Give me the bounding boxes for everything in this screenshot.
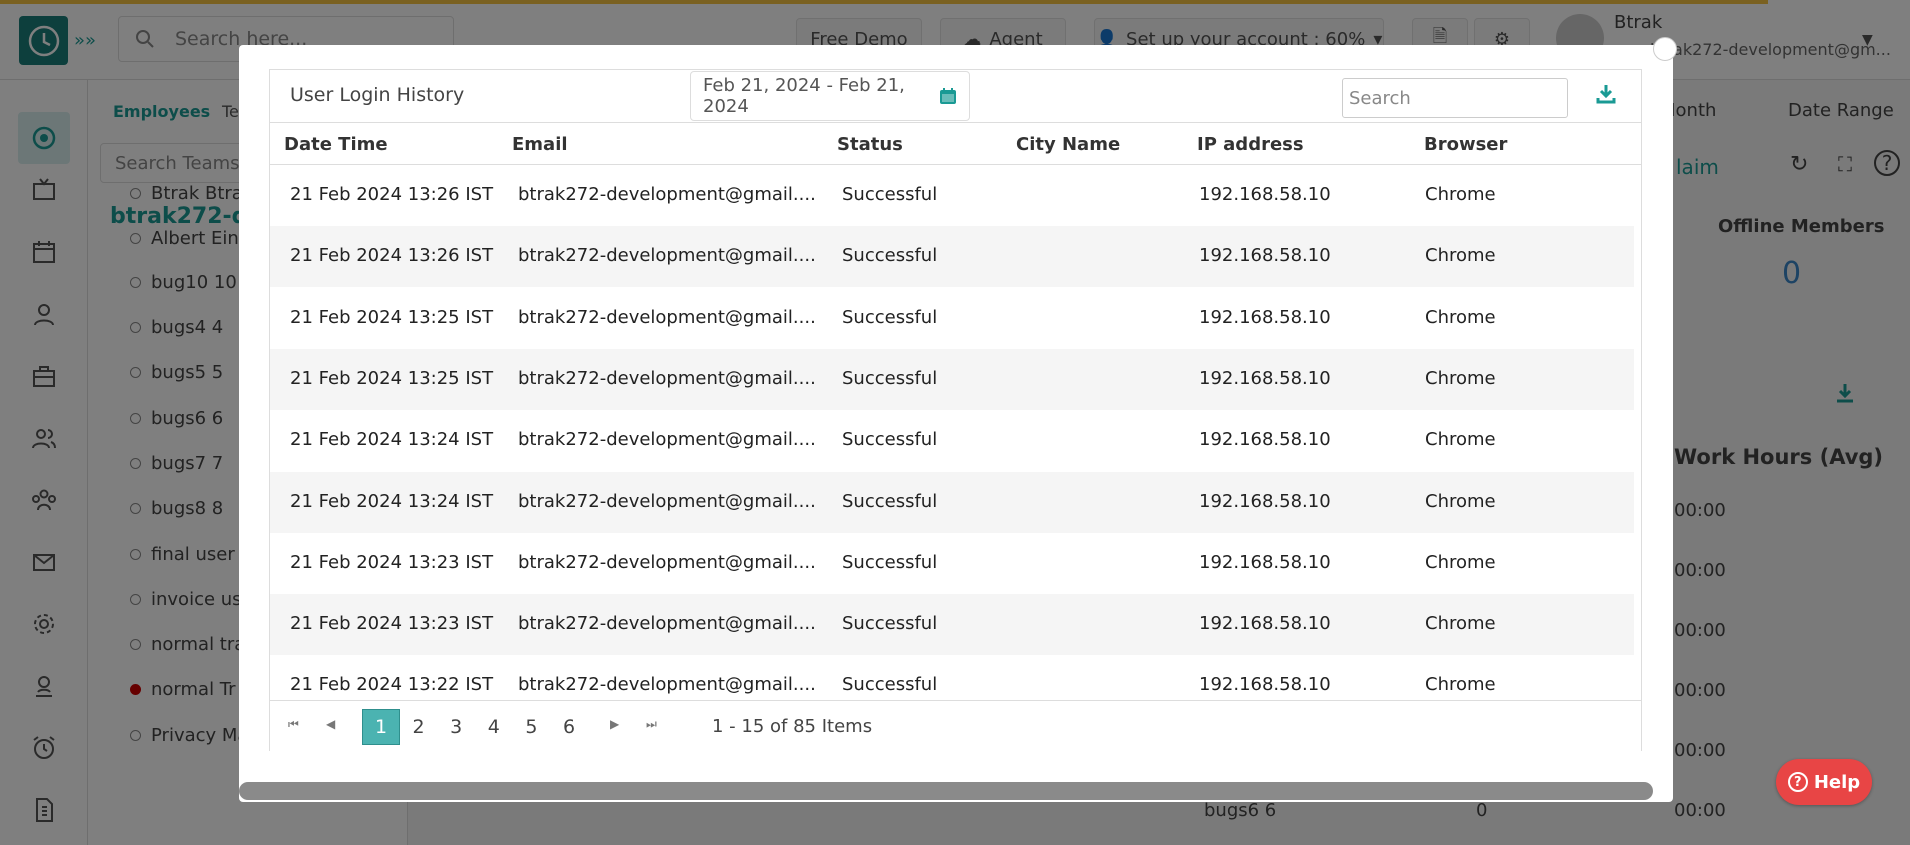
- table-cell: Chrome: [1425, 306, 1496, 328]
- table-cell: 192.168.58.10: [1199, 613, 1331, 635]
- column-header[interactable]: Date Time: [284, 134, 388, 155]
- download-icon[interactable]: [1596, 84, 1616, 104]
- table-cell: 192.168.58.10: [1199, 245, 1331, 267]
- table-cell: 192.168.58.10: [1199, 367, 1331, 389]
- table-cell: 192.168.58.10: [1199, 306, 1331, 328]
- table-cell: Successful: [842, 429, 938, 451]
- table-cell: Chrome: [1425, 184, 1496, 205]
- table-cell: Successful: [842, 551, 938, 573]
- table-cell: 21 Feb 2024 13:25 IST: [290, 306, 494, 328]
- date-range-value: Feb 21, 2024 - Feb 21, 2024: [703, 75, 905, 117]
- page-info: 1 - 15 of 85 Items: [712, 716, 873, 737]
- table-row[interactable]: 21 Feb 2024 13:24 IST btrak272-developmen…: [270, 410, 1634, 471]
- table-cell: Successful: [842, 490, 938, 512]
- grid-body: 21 Feb 2024 13:26 IST btrak272-developmen…: [270, 165, 1634, 697]
- table-cell: Chrome: [1425, 245, 1496, 267]
- table-cell: btrak272-development@gmail....: [518, 245, 816, 267]
- last-page-icon[interactable]: ⏭: [646, 717, 657, 732]
- table-cell: Successful: [842, 674, 938, 696]
- table-row[interactable]: 21 Feb 2024 13:26 IST btrak272-developmen…: [270, 226, 1634, 288]
- date-range-picker[interactable]: Feb 21, 2024 - Feb 21, 2024: [690, 71, 970, 121]
- table-cell: Chrome: [1425, 613, 1496, 635]
- scrollbar-end: [1655, 782, 1673, 800]
- help-button[interactable]: ? Help: [1776, 759, 1872, 805]
- table-cell: 192.168.58.10: [1199, 551, 1331, 573]
- pager: ⏮ ◀ 123456 ▶ ⏭ 1 - 15 of 85 Items: [270, 700, 1641, 751]
- table-cell: 21 Feb 2024 13:26 IST: [290, 184, 494, 205]
- column-header[interactable]: IP address: [1197, 134, 1304, 155]
- page-button[interactable]: 1: [362, 709, 400, 745]
- table-cell: 21 Feb 2024 13:24 IST: [290, 429, 494, 451]
- table-row[interactable]: 21 Feb 2024 13:24 IST btrak272-developmen…: [270, 471, 1634, 533]
- table-cell: btrak272-development@gmail....: [518, 551, 816, 573]
- table-cell: Successful: [842, 184, 938, 205]
- table-cell: Chrome: [1425, 551, 1496, 573]
- table-cell: btrak272-development@gmail....: [518, 367, 816, 389]
- table-row[interactable]: 21 Feb 2024 13:26 IST btrak272-developmen…: [270, 165, 1634, 226]
- table-cell: btrak272-development@gmail....: [518, 429, 816, 451]
- prev-page-icon[interactable]: ◀: [326, 717, 335, 731]
- column-header[interactable]: Status: [837, 134, 903, 155]
- table-cell: Successful: [842, 306, 938, 328]
- column-header[interactable]: City Name: [1016, 134, 1120, 155]
- grid-header-row: Date Time Email Status City Name IP address B…: [270, 122, 1641, 165]
- table-cell: 21 Feb 2024 13:23 IST: [290, 613, 494, 635]
- help-label: Help: [1813, 771, 1861, 793]
- page-button[interactable]: 6: [550, 709, 588, 745]
- table-cell: Successful: [842, 245, 938, 267]
- table-cell: Chrome: [1425, 674, 1496, 696]
- grid-search-input[interactable]: [1342, 78, 1568, 118]
- table-row[interactable]: 21 Feb 2024 13:25 IST btrak272-developmen…: [270, 288, 1634, 349]
- first-page-icon[interactable]: ⏮: [288, 717, 299, 732]
- table-cell: 21 Feb 2024 13:24 IST: [290, 490, 494, 512]
- question-icon: ?: [1787, 772, 1808, 792]
- table-cell: btrak272-development@gmail....: [518, 306, 816, 328]
- table-cell: Chrome: [1425, 367, 1496, 389]
- table-cell: Successful: [842, 367, 938, 389]
- table-cell: btrak272-development@gmail....: [518, 184, 816, 205]
- table-cell: 21 Feb 2024 13:26 IST: [290, 245, 494, 267]
- table-cell: Successful: [842, 613, 938, 635]
- table-row[interactable]: 21 Feb 2024 13:25 IST btrak272-developmen…: [270, 348, 1634, 410]
- table-cell: btrak272-development@gmail....: [518, 674, 816, 696]
- page-button[interactable]: 5: [512, 709, 550, 745]
- table-cell: Chrome: [1425, 490, 1496, 512]
- table-cell: 192.168.58.10: [1199, 184, 1331, 205]
- table-row[interactable]: 21 Feb 2024 13:22 IST btrak272-developmen…: [270, 655, 1634, 697]
- next-page-icon[interactable]: ▶: [610, 717, 619, 731]
- table-cell: btrak272-development@gmail....: [518, 490, 816, 512]
- table-cell: 192.168.58.10: [1199, 674, 1331, 696]
- column-header[interactable]: Email: [512, 134, 568, 155]
- table-row[interactable]: 21 Feb 2024 13:23 IST btrak272-developmen…: [270, 594, 1634, 656]
- table-cell: Chrome: [1425, 429, 1496, 451]
- table-row[interactable]: 21 Feb 2024 13:23 IST btrak272-developmen…: [270, 533, 1634, 594]
- login-history-grid: User Login History Feb 21, 2024 - Feb 21…: [269, 69, 1642, 751]
- table-cell: 192.168.58.10: [1199, 490, 1331, 512]
- page-button[interactable]: 4: [475, 709, 513, 745]
- table-cell: 192.168.58.10: [1199, 429, 1331, 451]
- table-cell: 21 Feb 2024 13:23 IST: [290, 551, 494, 573]
- table-cell: 21 Feb 2024 13:25 IST: [290, 367, 494, 389]
- grid-title: User Login History: [290, 84, 465, 106]
- table-cell: btrak272-development@gmail....: [518, 613, 816, 635]
- close-icon[interactable]: [1653, 37, 1677, 61]
- page-button[interactable]: 3: [437, 709, 475, 745]
- page-button[interactable]: 2: [400, 709, 438, 745]
- column-header[interactable]: Browser: [1424, 134, 1507, 155]
- horizontal-scrollbar[interactable]: [239, 782, 1653, 800]
- table-cell: 21 Feb 2024 13:22 IST: [290, 674, 494, 696]
- calendar-icon[interactable]: [939, 87, 957, 105]
